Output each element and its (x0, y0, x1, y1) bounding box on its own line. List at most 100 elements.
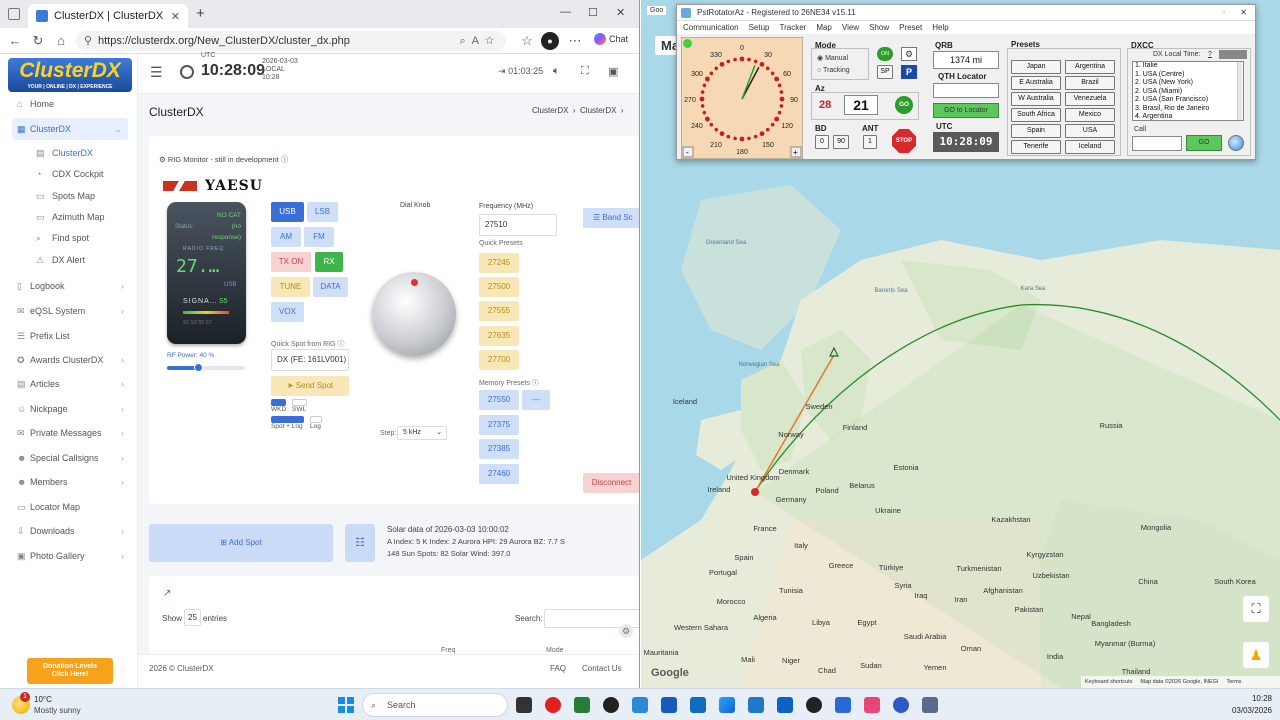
street-view-icon[interactable]: ♟ (1243, 642, 1269, 668)
sidebar-item-cdx-cockpit[interactable]: ◔ CDX Cockpit (0, 163, 138, 185)
info-icon[interactable]: ⓘ (281, 155, 289, 164)
donation-button[interactable]: Donation Levels Click Here! (27, 658, 113, 684)
preset-button[interactable]: Venezuela (1065, 92, 1115, 106)
preset-button[interactable]: W Australia (1011, 92, 1061, 106)
menu-communication[interactable]: Communication (683, 21, 739, 34)
preset-button[interactable]: Mexico (1065, 108, 1115, 122)
dxcc-list-item[interactable]: 1. Italie (1135, 62, 1243, 71)
address-actions-icon[interactable]: ⌕A☆ (460, 31, 500, 51)
sidebar-item-private-messages[interactable]: ✉ Private Messages › (0, 422, 138, 444)
back-icon[interactable]: ← (6, 32, 24, 50)
swl-toggle[interactable] (292, 399, 307, 406)
send-spot-button[interactable]: ➤ Send Spot (271, 376, 349, 396)
stop-button[interactable]: STOP (892, 129, 916, 153)
copilot-chat-button[interactable]: Chat (594, 33, 628, 45)
add-spot-button[interactable]: ⊞ Add Spot (149, 524, 333, 562)
clock-time[interactable]: 10:28 (1232, 694, 1272, 703)
task-view-icon[interactable] (516, 697, 532, 713)
edge-icon[interactable] (719, 697, 735, 713)
clusterdx-logo[interactable]: ClusterDX YOUR | ONLINE | DX | EXPERIENCE (8, 58, 132, 92)
mode-usb-button[interactable]: USB (271, 202, 304, 222)
new-tab-icon[interactable]: + (196, 5, 205, 22)
url-input[interactable]: ⚲ https://clusterdx.org/New_ClusterDX/cl… (76, 31, 506, 51)
menu-tracker[interactable]: Tracker (779, 21, 806, 34)
preset-button[interactable]: Tenerife (1011, 140, 1061, 154)
home-icon[interactable]: ⌂ (52, 32, 70, 50)
dxcc-list-item[interactable]: 1. USA (Centre) (1135, 71, 1243, 80)
word-icon[interactable] (661, 697, 677, 713)
profile-avatar[interactable]: ● (541, 32, 559, 50)
dxcc-scrollbar[interactable] (1237, 62, 1242, 120)
tx-on-button[interactable]: TX ON (271, 252, 311, 272)
mode-lsb-button[interactable]: LSB (307, 202, 338, 222)
preset-button[interactable]: Brazil (1065, 76, 1115, 90)
mail-icon[interactable] (777, 697, 793, 713)
sidebar-item-nickpage[interactable]: ☺ Nickpage › (0, 398, 138, 420)
bd-0-button[interactable]: 0 (815, 135, 829, 149)
reload-icon[interactable]: ↻ (29, 32, 47, 50)
dial-knob[interactable] (372, 272, 456, 356)
outlook-icon[interactable] (690, 697, 706, 713)
quick-preset-button[interactable]: 27245 (479, 253, 519, 273)
sidebar-item-members[interactable]: ☻ Members › (0, 471, 138, 493)
info-icon[interactable]: ⓘ (338, 341, 345, 348)
dxcc-list-item[interactable]: 2. USA (Miami) (1135, 88, 1243, 97)
sidebar-item-eqsl[interactable]: ✉ eQSL System › (0, 300, 138, 322)
sidebar-item-clusterdx[interactable]: ▦ ClusterDX ⌄ (12, 118, 128, 140)
preset-button[interactable]: Iceland (1065, 140, 1115, 154)
call-input[interactable] (1132, 136, 1182, 151)
dxcc-list-item[interactable]: 4. Argentina (1135, 113, 1243, 120)
menu-help[interactable]: Help (932, 21, 948, 34)
log-toggle[interactable] (310, 416, 322, 423)
ant-1-button[interactable]: 1 (863, 135, 877, 149)
display-icon[interactable]: ▣ (608, 65, 618, 78)
dell-icon[interactable] (806, 697, 822, 713)
menu-preset[interactable]: Preset (899, 21, 922, 34)
menu-setup[interactable]: Setup (749, 21, 770, 34)
menu-view[interactable]: View (842, 21, 859, 34)
menu-map[interactable]: Map (816, 21, 832, 34)
quick-spot-input[interactable]: DX (FE: 161LV001) (271, 349, 349, 371)
sidebar-item-photo-gallery[interactable]: ▣ Photo Gallery › (0, 545, 138, 567)
close-icon[interactable]: ✕ (1240, 5, 1247, 21)
store-icon[interactable] (748, 697, 764, 713)
rx-button[interactable]: RX (315, 252, 343, 272)
vox-button[interactable]: VOX (271, 302, 304, 322)
entries-select[interactable]: 25 (184, 609, 201, 626)
rf-power-slider[interactable] (167, 363, 245, 372)
browser-tab[interactable]: ClusterDX | ClusterDX ✕ (28, 4, 188, 28)
preset-button[interactable]: E Australia (1011, 76, 1061, 90)
app-icon[interactable] (922, 697, 938, 713)
minimize-icon[interactable]: — (560, 6, 571, 18)
start-icon[interactable] (338, 697, 354, 713)
quick-preset-button[interactable]: 27555 (479, 301, 519, 321)
mode-fm-button[interactable]: FM (304, 227, 334, 247)
memory-preset-button[interactable]: 27550 (479, 390, 519, 410)
dxcc-list-item[interactable]: 3. Brasil, Rio de Janeiro (1135, 105, 1243, 114)
sidebar-item-awards[interactable]: ✪ Awards ClusterDX › (0, 349, 138, 371)
faq-link[interactable]: FAQ (550, 664, 566, 673)
settings-gear-icon[interactable]: ⚙ (619, 624, 633, 638)
compass-plus-button[interactable]: + (793, 148, 798, 157)
preset-button[interactable]: USA (1065, 124, 1115, 138)
menu-show[interactable]: Show (869, 21, 889, 34)
weather-desc[interactable]: Mostly sunny (34, 706, 81, 715)
app-icon[interactable] (603, 697, 619, 713)
wkd-toggle[interactable] (271, 399, 286, 406)
app-icon[interactable] (835, 697, 851, 713)
preset-button[interactable]: South Africa (1011, 108, 1061, 122)
dxcc-go-button[interactable]: GO (1186, 135, 1222, 151)
spot-log-toggle[interactable] (271, 416, 304, 423)
memory-preset-button[interactable]: 27460 (479, 464, 519, 484)
preset-button[interactable]: Spain (1011, 124, 1061, 138)
preset-button[interactable]: Japan (1011, 60, 1061, 74)
weather-temp[interactable]: 10°C (34, 695, 52, 704)
frequency-input[interactable]: 27510 (479, 214, 557, 236)
sp-button[interactable]: SP (877, 65, 893, 79)
memory-empty-button[interactable]: --- (522, 390, 550, 410)
on-button[interactable]: ON (877, 47, 893, 61)
sidebar-item-prefix-list[interactable]: ☰ Prefix List (0, 325, 138, 347)
compass-minus-button[interactable]: - (686, 148, 689, 157)
sidebar-item-dx-alert[interactable]: ⚠ DX Alert (0, 249, 138, 271)
maximize-icon[interactable]: ☐ (588, 6, 598, 19)
